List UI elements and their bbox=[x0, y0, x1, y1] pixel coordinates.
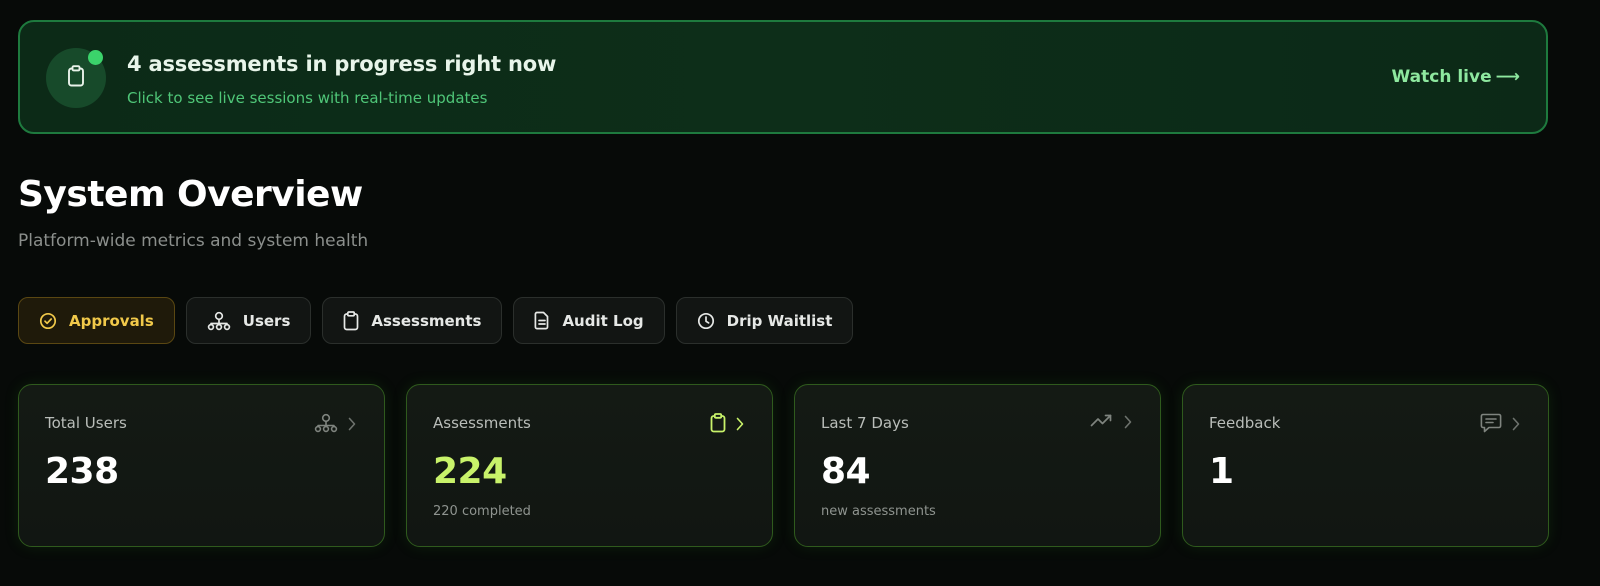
live-assessments-banner[interactable]: 4 assessments in progress right now Clic… bbox=[18, 20, 1548, 134]
users-icon bbox=[207, 311, 231, 331]
document-icon bbox=[534, 311, 550, 330]
chevron-right-icon bbox=[736, 416, 744, 435]
stat-icons bbox=[314, 413, 356, 437]
tab-label: Drip Waitlist bbox=[726, 311, 833, 330]
stat-label: Total Users bbox=[45, 414, 127, 432]
stats-cards: Total Users 238 Assessments 224 220 comp… bbox=[18, 384, 1549, 547]
tab-assessments[interactable]: Assessments bbox=[322, 297, 503, 344]
chevron-right-icon bbox=[1512, 416, 1520, 435]
stat-value: 224 bbox=[433, 451, 507, 492]
stat-label: Assessments bbox=[433, 414, 531, 432]
trending-up-icon bbox=[1090, 413, 1114, 433]
stat-card-assessments[interactable]: Assessments 224 220 completed bbox=[406, 384, 773, 547]
stat-note: new assessments bbox=[821, 504, 936, 519]
tab-label: Audit Log bbox=[562, 311, 644, 330]
stat-label: Feedback bbox=[1209, 414, 1281, 432]
banner-subtitle: Click to see live sessions with real-tim… bbox=[127, 89, 488, 107]
tab-approvals[interactable]: Approvals bbox=[18, 297, 175, 344]
live-status-dot bbox=[88, 50, 103, 65]
clipboard-icon bbox=[343, 310, 359, 331]
tab-label: Approvals bbox=[69, 311, 154, 330]
users-icon bbox=[314, 413, 338, 437]
admin-tabs: Approvals Users Assessments Audit Log Dr… bbox=[18, 297, 854, 344]
stat-note: 220 completed bbox=[433, 504, 531, 519]
clipboard-icon bbox=[710, 413, 726, 437]
tab-users[interactable]: Users bbox=[185, 297, 312, 344]
admin-dashboard: 4 assessments in progress right now Clic… bbox=[0, 0, 1600, 586]
stat-card-last-7-days[interactable]: Last 7 Days 84 new assessments bbox=[794, 384, 1161, 547]
tab-label: Users bbox=[242, 311, 291, 330]
page-subtitle: Platform-wide metrics and system health bbox=[18, 231, 369, 251]
stat-icons bbox=[710, 413, 744, 437]
tab-label: Assessments bbox=[371, 311, 482, 330]
message-icon bbox=[1480, 413, 1502, 437]
stat-value: 84 bbox=[821, 451, 871, 492]
chevron-right-icon bbox=[1124, 414, 1132, 433]
stat-value: 238 bbox=[45, 451, 119, 492]
check-circle-icon bbox=[39, 312, 57, 330]
tab-audit-log[interactable]: Audit Log bbox=[513, 297, 665, 344]
tab-drip-waitlist[interactable]: Drip Waitlist bbox=[675, 297, 854, 344]
stat-icons bbox=[1090, 413, 1132, 433]
stat-card-feedback[interactable]: Feedback 1 bbox=[1182, 384, 1549, 547]
banner-title: 4 assessments in progress right now bbox=[127, 52, 557, 76]
stat-icons bbox=[1480, 413, 1520, 437]
stat-label: Last 7 Days bbox=[821, 414, 909, 432]
page-title: System Overview bbox=[18, 174, 363, 215]
watch-live-link[interactable]: Watch live ⟶ bbox=[1392, 67, 1520, 87]
clock-icon bbox=[697, 312, 715, 330]
arrow-right-icon: ⟶ bbox=[1495, 67, 1520, 87]
clipboard-icon bbox=[66, 65, 86, 91]
stat-value: 1 bbox=[1209, 451, 1234, 492]
chevron-right-icon bbox=[348, 416, 356, 435]
stat-card-total-users[interactable]: Total Users 238 bbox=[18, 384, 385, 547]
watch-live-label: Watch live bbox=[1391, 67, 1492, 87]
